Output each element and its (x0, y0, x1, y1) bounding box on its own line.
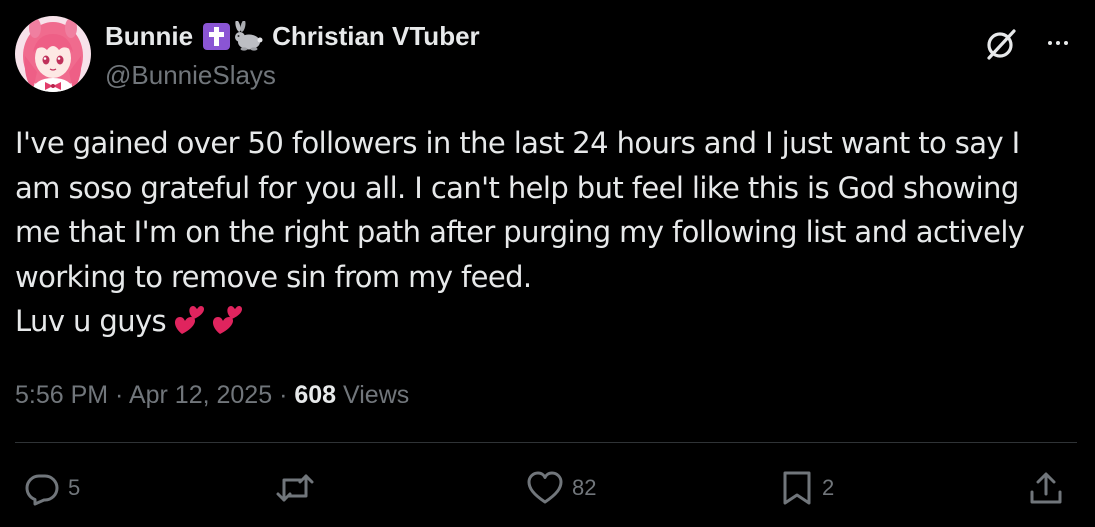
views-label: Views (336, 381, 410, 409)
share-button[interactable] (1028, 470, 1064, 506)
avatar[interactable] (15, 16, 91, 92)
user-handle[interactable]: @BunnieSlays (105, 59, 276, 91)
tweet-text-line: I've gained over 50 followers in the las… (15, 126, 1020, 160)
heart-icon (527, 471, 563, 504)
tweet-text-last-line: Luv u guys (15, 299, 1075, 350)
tweet-text-line: working to remove sin from my feed. (15, 259, 532, 294)
tweet-meta: 5:56 PM · Apr 12, 2025 · 608 Views (15, 379, 409, 411)
views-count[interactable]: 608 (294, 381, 336, 409)
tweet-text-line: Luv u guys (15, 304, 167, 338)
reply-button[interactable]: 5 (24, 470, 80, 506)
tweet-time[interactable]: 5:56 PM (15, 381, 108, 409)
divider (15, 442, 1077, 443)
share-icon (1030, 472, 1062, 504)
tweet-text-line: am soso grateful for you all. I can't he… (15, 170, 1019, 205)
repost-button[interactable] (275, 470, 323, 506)
tweet-card: Bunnie Christian VTuber @BunnieSlays I'v… (0, 0, 1095, 527)
display-name[interactable]: Bunnie Christian VTuber (105, 20, 480, 52)
tweet-text-line: me that I'm on the right path after purg… (15, 215, 1025, 249)
like-count: 82 (572, 475, 597, 500)
meta-separator: · (108, 381, 129, 409)
meta-separator: · (272, 381, 295, 409)
more-options-icon[interactable] (1040, 30, 1076, 56)
rabbit-emoji (232, 20, 264, 51)
bookmark-count: 2 (822, 475, 835, 500)
bookmark-button[interactable]: 2 (780, 470, 834, 506)
repost-icon (276, 474, 314, 502)
two-hearts-emoji (172, 303, 244, 350)
grok-icon[interactable] (983, 26, 1019, 62)
reply-icon (25, 474, 59, 506)
bookmark-icon (783, 471, 811, 505)
tweet-date[interactable]: Apr 12, 2025 (129, 381, 272, 409)
display-name-text: Bunnie (105, 21, 194, 51)
tweet-text: I've gained over 50 followers in the las… (15, 121, 1075, 350)
reply-count: 5 (68, 475, 81, 500)
display-name-suffix: Christian VTuber (272, 21, 480, 51)
like-button[interactable]: 82 (526, 470, 596, 506)
latin-cross-emoji (203, 22, 231, 50)
